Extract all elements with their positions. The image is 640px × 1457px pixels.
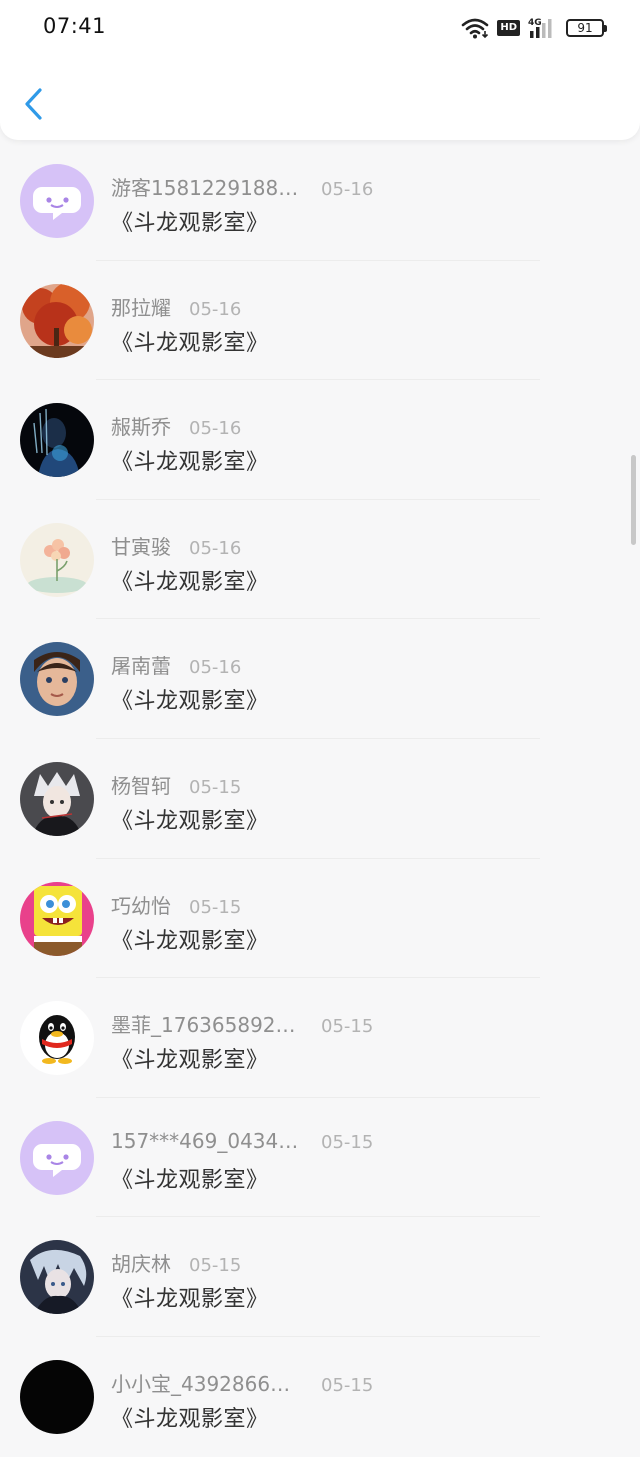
child-portrait-avatar-icon	[20, 642, 94, 717]
battery-level: 91	[577, 21, 593, 35]
date-label: 05-16	[321, 179, 374, 200]
avatar[interactable]	[20, 642, 94, 717]
status-time: 07:41	[43, 14, 107, 38]
date-label: 05-15	[321, 1131, 374, 1153]
date-label: 05-15	[321, 1374, 374, 1396]
user-name: 157***469_043495...	[111, 1128, 301, 1153]
list-item[interactable]: 墨菲_1763658923... 05-15 《斗龙观影室》	[0, 978, 640, 1098]
anime-dark-avatar-icon	[20, 1240, 94, 1315]
user-name: 巧幼怡	[111, 893, 171, 918]
avatar[interactable]	[20, 522, 94, 597]
name-row: 墨菲_1763658923... 05-15	[111, 1009, 373, 1038]
anime-character-avatar-icon	[20, 761, 94, 836]
list-item[interactable]: 屠南蕾 05-16 《斗龙观影室》	[0, 619, 640, 739]
avatar[interactable]	[20, 1359, 94, 1434]
item-title: 《斗龙观影室》	[111, 1048, 269, 1074]
list-item[interactable]: 巧幼怡 05-15 《斗龙观影室》	[0, 859, 640, 979]
item-title: 《斗龙观影室》	[111, 689, 269, 715]
date-label: 05-15	[189, 776, 242, 798]
user-name: 墨菲_1763658923...	[111, 1013, 301, 1038]
item-title: 《斗龙观影室》	[111, 1167, 269, 1193]
name-row: 杨智轲 05-15	[111, 770, 241, 799]
user-name: 游客15812291881...	[111, 176, 301, 200]
list-item[interactable]: 157***469_043495... 05-15 《斗龙观影室》	[0, 1098, 640, 1218]
avatar[interactable]	[20, 881, 94, 956]
user-name: 胡庆林	[111, 1252, 171, 1277]
user-name: 赧斯乔	[111, 415, 171, 440]
user-name: 杨智轲	[111, 773, 171, 798]
user-name: 小小宝_43928664...	[111, 1371, 301, 1396]
top-header: 07:41 HD 4G 91	[0, 0, 640, 140]
list-item[interactable]: 杨智轲 05-15 《斗龙观影室》	[0, 739, 640, 859]
spongebob-avatar-icon	[20, 881, 94, 956]
name-row: 小小宝_43928664... 05-15	[111, 1368, 373, 1397]
list-item[interactable]: 甘寅骏 05-16 《斗龙观影室》	[0, 500, 640, 620]
autumn-tree-avatar-icon	[20, 283, 94, 358]
network-label: 4G	[528, 18, 542, 28]
avatar[interactable]	[20, 1120, 94, 1195]
list-item[interactable]: 赧斯乔 05-16 《斗龙观影室》	[0, 380, 640, 500]
name-row: 游客15812291881... 05-16	[111, 172, 373, 201]
flower-avatar-icon	[20, 522, 94, 597]
item-title: 《斗龙观影室》	[111, 808, 269, 834]
date-label: 05-15	[189, 1255, 242, 1277]
wifi-icon	[462, 18, 489, 39]
name-row: 那拉耀 05-16	[111, 292, 241, 321]
user-name: 那拉耀	[111, 295, 171, 320]
list-item[interactable]: 小小宝_43928664... 05-15 《斗龙观影室》	[0, 1337, 640, 1457]
avatar[interactable]	[20, 164, 94, 238]
user-name: 屠南蕾	[111, 654, 171, 679]
black-avatar-icon	[20, 1359, 94, 1434]
item-title: 《斗龙观影室》	[111, 211, 269, 236]
name-row: 157***469_043495... 05-15	[111, 1129, 373, 1153]
item-title: 《斗龙观影室》	[111, 569, 269, 595]
item-title: 《斗龙观影室》	[111, 330, 269, 356]
date-label: 05-15	[189, 896, 242, 918]
hd-badge: HD	[497, 20, 520, 36]
avatar[interactable]	[20, 761, 94, 836]
name-row: 巧幼怡 05-15	[111, 890, 241, 919]
list-item[interactable]: 游客15812291881... 05-16 《斗龙观影室》	[0, 141, 640, 261]
date-label: 05-16	[189, 537, 242, 559]
back-button[interactable]	[18, 84, 54, 124]
avatar[interactable]	[20, 403, 94, 478]
user-name: 甘寅骏	[111, 534, 171, 559]
item-title: 《斗龙观影室》	[111, 1287, 269, 1313]
avatar[interactable]	[20, 1001, 94, 1076]
name-row: 胡庆林 05-15	[111, 1248, 241, 1277]
item-title: 《斗龙观影室》	[111, 928, 269, 954]
list-item[interactable]: 那拉耀 05-16 《斗龙观影室》	[0, 261, 640, 381]
name-row: 赧斯乔 05-16	[111, 411, 241, 440]
signal-4g-icon: 4G	[528, 18, 552, 38]
date-label: 05-16	[189, 657, 242, 679]
chat-bubble-icon	[20, 1120, 94, 1195]
date-label: 05-15	[321, 1016, 374, 1038]
viewer-list: 游客15812291881... 05-16 《斗龙观影室》 那拉耀 05-16…	[0, 141, 640, 1457]
chat-bubble-icon	[20, 164, 94, 238]
date-label: 05-16	[189, 298, 242, 320]
status-icons: HD 4G 91	[461, 15, 607, 41]
list-item[interactable]: 胡庆林 05-15 《斗龙观影室》	[0, 1217, 640, 1337]
silhouette-avatar-icon	[20, 403, 94, 478]
item-title: 《斗龙观影室》	[111, 450, 269, 476]
avatar[interactable]	[20, 1240, 94, 1315]
name-row: 屠南蕾 05-16	[111, 650, 241, 679]
item-title: 《斗龙观影室》	[111, 1406, 269, 1432]
status-bar: 07:41 HD 4G 91	[0, 0, 640, 56]
name-row: 甘寅骏 05-16	[111, 531, 241, 560]
date-label: 05-16	[189, 418, 242, 440]
battery-icon: 91	[566, 19, 607, 37]
qq-penguin-avatar-icon	[20, 1001, 94, 1076]
avatar[interactable]	[20, 283, 94, 358]
